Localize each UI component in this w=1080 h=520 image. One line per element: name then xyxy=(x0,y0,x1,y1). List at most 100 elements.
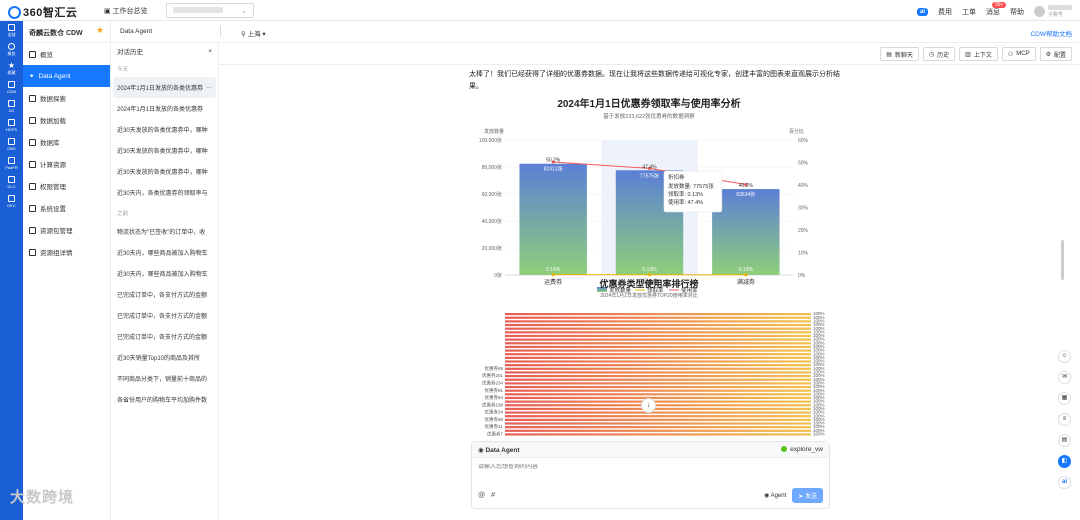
tooltip-title: 折扣券 xyxy=(668,173,685,181)
history-item[interactable]: 近30天内，哪些商品被加入购物车 xyxy=(111,242,218,263)
favorite-star-icon[interactable]: ★ xyxy=(96,25,104,35)
gear-icon: ⚙ xyxy=(1045,51,1051,58)
project-selector[interactable]: ⌄ xyxy=(166,3,254,18)
breadcrumb: Data Agent xyxy=(120,28,153,35)
sidebar-item-compute[interactable]: 计算资源 xyxy=(23,153,110,175)
history-item[interactable]: 已完成订单中，各支付方式的金额 xyxy=(111,326,218,347)
user-menu[interactable]: 子账号 xyxy=(1034,5,1072,18)
y-tick-label: 60,000张 xyxy=(482,191,502,198)
help-link[interactable]: 帮助 xyxy=(1010,7,1024,17)
rail-dkc[interactable]: DKC xyxy=(0,192,23,211)
workbench-link[interactable]: ▣ 工作台总览 xyxy=(104,6,148,16)
history-item[interactable]: 近30天发放的各类优惠券中，哪种 xyxy=(111,140,218,161)
send-button[interactable]: ➤ 发送 xyxy=(792,488,823,503)
tooltip-line: 发放数量: 77575张 xyxy=(668,182,714,190)
context-button[interactable]: ▥ 上下文 xyxy=(959,47,998,61)
ticket-link[interactable]: 工单 xyxy=(962,7,976,17)
history-item[interactable]: 近30天内，各类优惠券的领取率与 xyxy=(111,182,218,203)
coupon-analysis-chart: 2024年1月1日优惠券领取率与使用率分析基于发放223,622张优惠券的数据洞… xyxy=(479,97,809,294)
page-scrollbar[interactable] xyxy=(1061,240,1064,280)
sidebar-item-overview[interactable]: 概览 xyxy=(23,43,110,65)
rail-dlc[interactable]: DLC xyxy=(0,173,23,192)
new-chat-button[interactable]: ▤ 新聊天 xyxy=(880,47,919,61)
history-item[interactable]: 2024年1月1日发放的各类优惠券 xyxy=(111,98,218,119)
rank-bar xyxy=(505,404,811,407)
history-item[interactable]: 2024年1月1日发放的各类优惠券 ··· xyxy=(113,77,216,98)
sidebar-item-permissions[interactable]: 权限管理 xyxy=(23,175,110,197)
rank-bar xyxy=(505,360,811,363)
rank-bar xyxy=(505,415,811,418)
feedback-icon[interactable]: ☺ xyxy=(1058,350,1071,363)
history-item[interactable]: 物流状态为"已签收"的订单中，收 xyxy=(111,221,218,242)
rank-bar xyxy=(505,364,811,367)
assistant-icon[interactable]: ◧ xyxy=(1058,455,1071,468)
message-link[interactable]: 99+ 消息 xyxy=(986,1,1007,17)
redacted-username xyxy=(1048,5,1072,10)
history-button[interactable]: ◷ 历史 xyxy=(922,47,956,61)
scroll-down-button[interactable]: ↓ xyxy=(641,398,656,413)
claim-rate-line-point xyxy=(647,273,652,277)
region-selector[interactable]: ⚲ 上海 ▾ xyxy=(241,28,266,38)
rail-paafr[interactable]: PaaFR xyxy=(0,154,23,173)
rail-hdfs[interactable]: HDFS xyxy=(0,116,23,135)
table-icon[interactable]: ▤ xyxy=(1058,434,1071,447)
ai-icon[interactable]: ai xyxy=(916,7,928,16)
sidebar-item-resource-pack[interactable]: 资源包管理 xyxy=(23,219,110,241)
rail-cdw[interactable]: CDW xyxy=(0,78,23,97)
rank-bar xyxy=(505,345,811,349)
brand-logo[interactable]: 360智汇云 xyxy=(8,4,77,20)
rank-category-label: 优惠券91 xyxy=(484,387,503,394)
history-item[interactable]: 近30天内，哪些商品被加入购物车 xyxy=(111,263,218,284)
bucket-icon xyxy=(8,138,15,145)
rank-category-label: 优惠券21 xyxy=(484,423,503,430)
query-input[interactable] xyxy=(478,464,778,470)
help-doc-link[interactable]: CDW帮助文档 xyxy=(1030,28,1072,38)
rank-bar xyxy=(505,433,811,436)
notes-icon[interactable]: ≡ xyxy=(1058,413,1071,426)
rail-overview[interactable]: 概览 xyxy=(0,40,23,59)
sidebar-item-resource-group[interactable]: 资源组详情 xyxy=(23,241,110,263)
rank-bar xyxy=(505,385,811,389)
history-item[interactable]: 近30天销量Top10的商品及其所 xyxy=(111,347,218,368)
history-item[interactable]: 近30天发放的各类优惠券中，哪种 xyxy=(111,161,218,182)
avatar xyxy=(1034,6,1045,17)
tooltip-line: 使用率: 47.4% xyxy=(668,198,703,206)
close-icon[interactable]: × xyxy=(208,48,212,55)
gear-icon xyxy=(29,204,36,212)
rail-obs[interactable]: OBS xyxy=(0,135,23,154)
history-header: 对话历史 × xyxy=(117,47,212,57)
agent-mode-toggle[interactable]: ◉ Agent xyxy=(764,492,786,499)
watermark-logo: 大数跨境 xyxy=(10,489,75,506)
history-item[interactable]: 已完成订单中，各支付方式的金额 xyxy=(111,284,218,305)
history-item[interactable]: 各省份用户的购物车平均加购件数 xyxy=(111,389,218,410)
bar-inner-label: 77575张 xyxy=(640,172,659,179)
sidebar-item-data-explore[interactable]: 数据探索 xyxy=(23,87,110,109)
rank-bar xyxy=(505,313,811,316)
more-icon[interactable]: ··· xyxy=(206,85,212,91)
sidebar-item-database[interactable]: 数据库 xyxy=(23,131,110,153)
sidebar-item-settings[interactable]: 系统设置 xyxy=(23,197,110,219)
sidebar-item-data-load[interactable]: 数据加载 xyxy=(23,109,110,131)
fee-link[interactable]: 费用 xyxy=(938,7,952,17)
rank-bar xyxy=(505,323,811,327)
rank-bar xyxy=(505,334,811,338)
cpu-icon xyxy=(29,160,36,168)
history-item[interactable]: 已完成订单中，各支付方式的金额 xyxy=(111,305,218,326)
rail-dc[interactable]: DC xyxy=(0,97,23,116)
history-item[interactable]: 不同商品分类下，销量前十商品的 xyxy=(111,368,218,389)
rank-category-label: 优惠券7 xyxy=(487,431,503,437)
at-icon[interactable]: @ xyxy=(478,492,485,499)
rail-all[interactable]: 全部 xyxy=(0,21,23,40)
ai-chat-icon[interactable]: ai xyxy=(1058,476,1071,489)
hash-icon[interactable]: # xyxy=(491,492,495,499)
mail-icon[interactable]: ✉ xyxy=(1058,371,1071,384)
sidebar-item-data-agent[interactable]: ✦ Data Agent xyxy=(23,65,110,87)
history-item[interactable]: 近30天发放的各类优惠券中，哪种 xyxy=(111,119,218,140)
config-button[interactable]: ⚙ 配置 xyxy=(1039,47,1072,61)
doc-icon: ▥ xyxy=(965,51,971,58)
mcp-button[interactable]: ⚇ MCP xyxy=(1001,47,1036,61)
calendar-icon[interactable]: ▦ xyxy=(1058,392,1071,405)
rank-category-label: 优惠券198 xyxy=(482,401,504,408)
rank-bar xyxy=(505,367,811,370)
rail-favorites[interactable]: ★ 收藏 xyxy=(0,59,23,78)
